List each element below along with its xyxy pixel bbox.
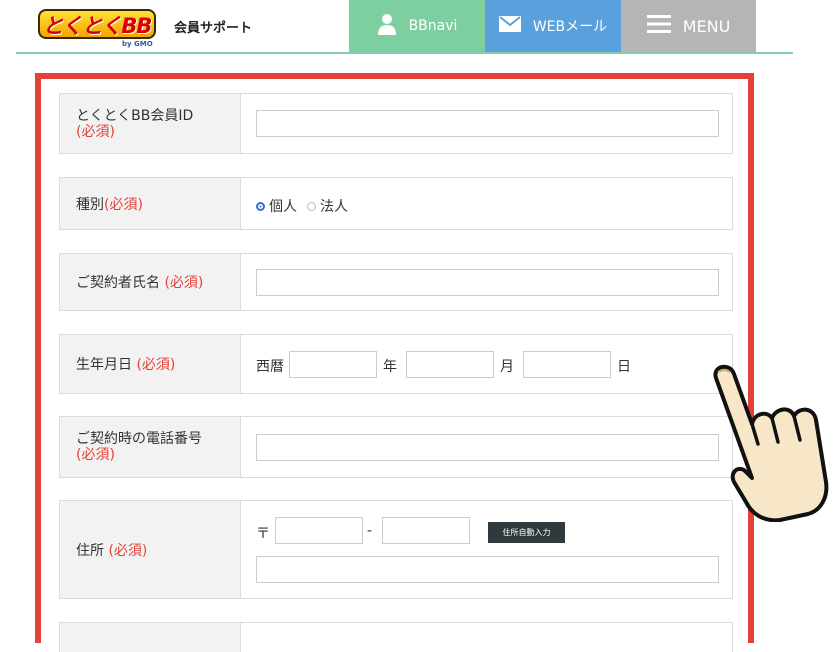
address-autofill-button[interactable]: 住所自動入力 — [488, 522, 565, 543]
label-birthdate: 生年月日 (必須) — [60, 335, 241, 393]
pointing-hand-icon — [713, 364, 829, 522]
radio-individual-label[interactable]: 個人 — [269, 196, 297, 216]
form-row-type: 種別 (必須) 個人 法人 — [59, 177, 733, 230]
radio-corporation[interactable] — [307, 201, 316, 211]
label-type: 種別 (必須) — [60, 178, 241, 229]
required-mark: (必須) — [76, 123, 115, 140]
tokutokubb-logo[interactable]: とくとくBB by GMO — [38, 6, 158, 48]
required-mark: (必須) — [136, 357, 176, 373]
address-input[interactable] — [256, 556, 719, 583]
member-id-input[interactable] — [256, 110, 719, 137]
postal-mark: 〒 — [256, 526, 270, 542]
label-address: 住所 (必須) — [60, 501, 241, 598]
radio-individual[interactable] — [256, 201, 265, 211]
mail-icon — [498, 16, 521, 36]
year-unit-label: 年 — [383, 359, 397, 375]
type-radio-group: 個人 法人 — [256, 196, 348, 216]
label-type-text: 種別 — [76, 196, 104, 213]
required-mark: (必須) — [108, 542, 148, 559]
label-next — [60, 623, 241, 652]
nav-menu-label: MENU — [682, 16, 731, 36]
label-member-id: とくとくBB会員ID (必須) — [60, 94, 241, 153]
day-unit-label: 日 — [617, 359, 631, 375]
postal-code-second-input[interactable] — [382, 517, 470, 544]
label-contractor-name-text: ご契約者氏名 — [76, 275, 160, 291]
user-icon — [377, 13, 397, 39]
logo-by-gmo: by GMO — [122, 40, 153, 48]
label-address-text: 住所 — [76, 542, 104, 559]
contractor-name-input[interactable] — [256, 269, 719, 296]
nav-bbnavi-button[interactable]: BBnavi — [349, 0, 485, 52]
postal-code-first-input[interactable] — [275, 517, 363, 544]
era-label: 西暦 — [256, 359, 284, 375]
birth-month-input[interactable] — [406, 351, 494, 378]
form-row-next — [59, 622, 733, 652]
label-phone: ご契約時の電話番号 (必須) — [60, 417, 241, 477]
nav-menu-button[interactable]: MENU — [621, 0, 756, 52]
label-member-id-text: とくとくBB会員ID — [76, 107, 194, 124]
required-mark: (必須) — [104, 196, 143, 213]
nav-bbnavi-label: BBnavi — [408, 18, 458, 34]
nav-webmail-button[interactable]: WEBメール — [485, 0, 621, 52]
label-phone-text: ご契約時の電話番号 — [76, 431, 202, 447]
site-title: 会員サポート — [174, 21, 253, 36]
birth-day-input[interactable] — [523, 351, 611, 378]
month-unit-label: 月 — [500, 359, 514, 375]
postal-separator: - — [367, 523, 373, 539]
header-divider — [16, 52, 793, 54]
required-mark: (必須) — [164, 275, 204, 291]
label-contractor-name: ご契約者氏名 (必須) — [60, 254, 241, 310]
form-row-address: 住所 (必須) 〒 - 住所自動入力 — [59, 500, 733, 599]
hamburger-icon — [646, 15, 671, 37]
birth-year-input[interactable] — [289, 351, 377, 378]
form-row-member-id: とくとくBB会員ID (必須) — [59, 93, 733, 154]
nav-webmail-label: WEBメール — [532, 19, 608, 35]
required-mark: (必須) — [76, 447, 115, 463]
form-row-birthdate: 生年月日 (必須) 西暦 年 月 日 — [59, 334, 733, 394]
form-row-phone: ご契約時の電話番号 (必須) — [59, 416, 733, 478]
form-row-contractor-name: ご契約者氏名 (必須) — [59, 253, 733, 311]
site-header: とくとくBB by GMO 会員サポート BBnavi WEBメール MENU — [0, 0, 837, 54]
logo-text: とくとくBB — [38, 9, 156, 39]
label-birthdate-text: 生年月日 — [76, 357, 132, 373]
phone-input[interactable] — [256, 434, 719, 461]
radio-corporation-label[interactable]: 法人 — [320, 196, 348, 216]
